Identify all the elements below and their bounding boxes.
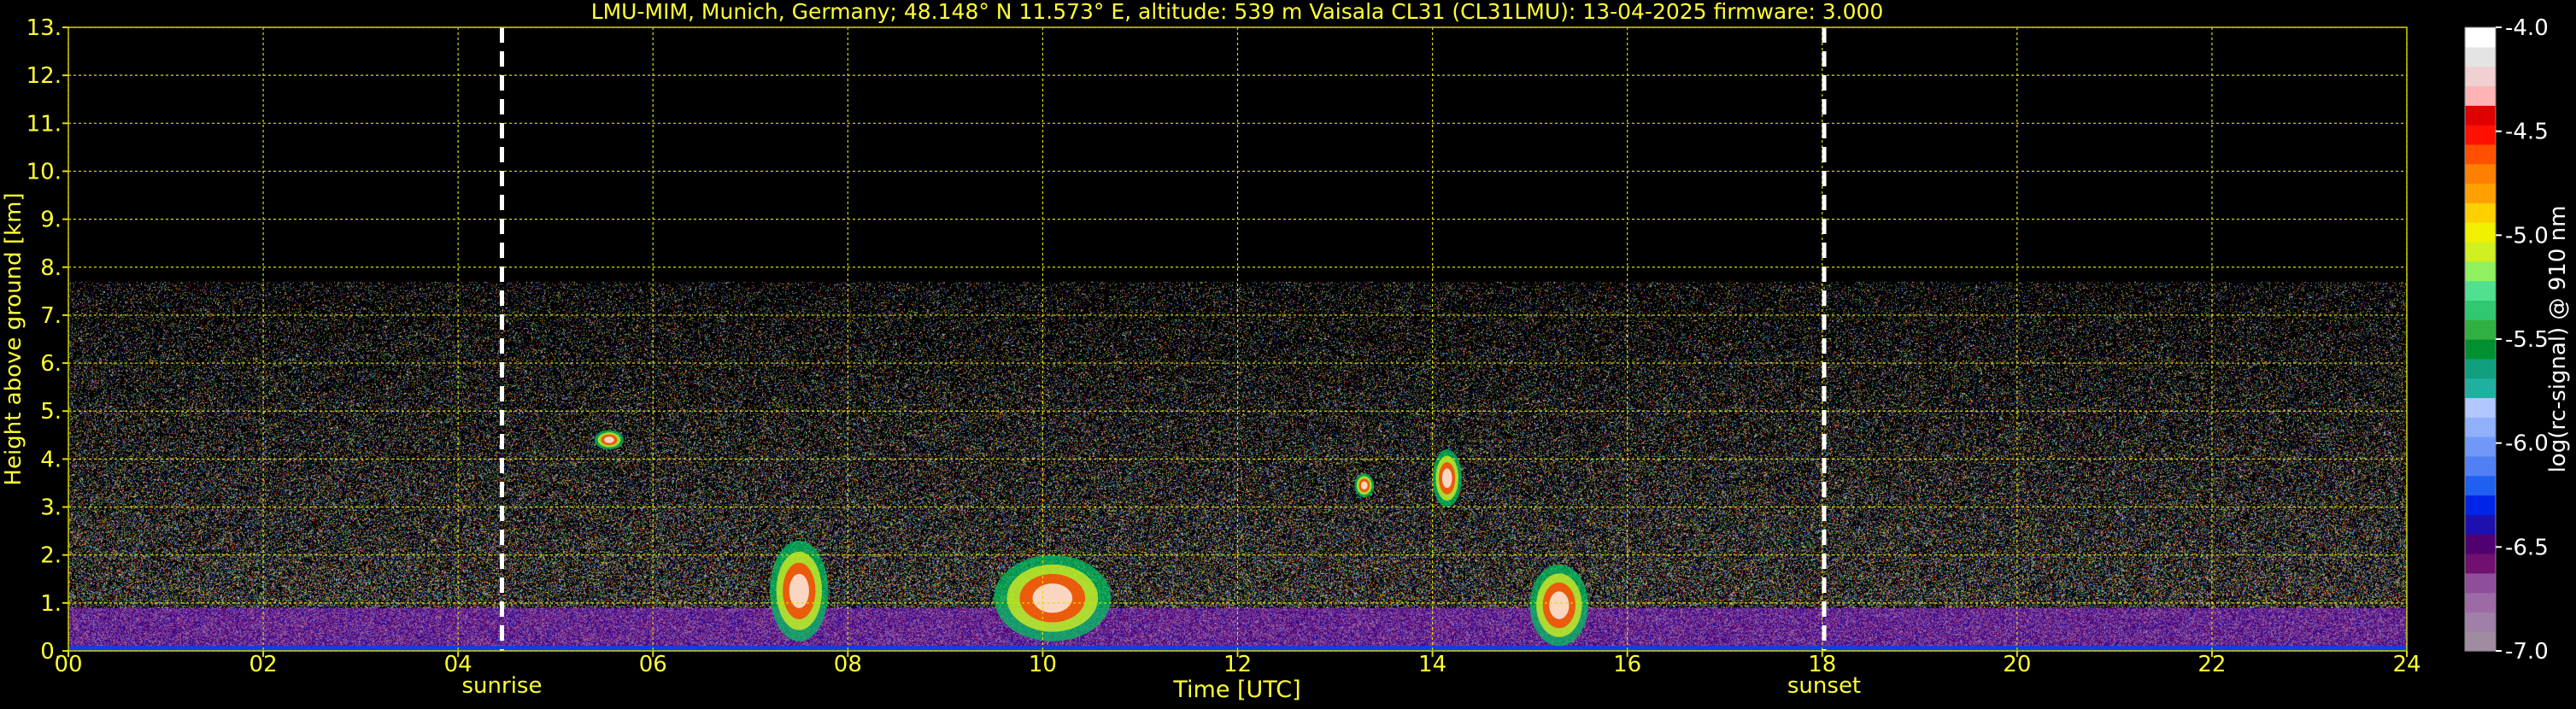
colorbar-segment — [2465, 241, 2496, 262]
y-tick-label: 5. — [40, 399, 62, 425]
feature-mark — [1360, 481, 1368, 490]
x-tick-label: 10 — [1029, 652, 1057, 677]
x-tick-label: 16 — [1613, 652, 1641, 677]
feature-mark — [1441, 468, 1452, 489]
colorbar-tick-label: -6.0 — [2505, 431, 2549, 457]
y-tick-label: 8. — [40, 255, 62, 281]
colorbar-segment — [2465, 612, 2496, 632]
colorbar-segment — [2465, 85, 2496, 106]
colorbar-segment — [2465, 358, 2496, 379]
y-tick-label: 10. — [26, 159, 62, 185]
y-tick-label: 1. — [40, 591, 62, 617]
x-tick-label: 22 — [2198, 652, 2226, 677]
colorbar-segment — [2465, 592, 2496, 612]
feature-mark — [1032, 583, 1073, 613]
x-tick-label: 18 — [1808, 652, 1836, 677]
y-tick-label: 0. — [40, 639, 62, 665]
colorbar-segment — [2465, 572, 2496, 594]
colorbar-tick-label: -4.0 — [2505, 15, 2549, 41]
colorbar-tick-label: -4.5 — [2505, 120, 2549, 145]
colorbar-tick-label: -5.5 — [2505, 327, 2549, 353]
feature-mark — [604, 437, 614, 443]
y-tick-label: 3. — [40, 495, 62, 521]
feature-mark — [1549, 591, 1570, 619]
ceilometer-chart: sunrise sunset 00 02 04 06 08 10 12 14 16 18 20 22 24… — [0, 0, 2576, 706]
x-tick-label: 12 — [1223, 652, 1252, 677]
x-tick-label: 08 — [834, 652, 862, 677]
colorbar-segment — [2465, 280, 2496, 301]
colorbar-segment — [2465, 514, 2496, 535]
y-tick-label: 4. — [40, 447, 62, 472]
x-tick-label: 24 — [2392, 652, 2421, 677]
colorbar-segment — [2465, 163, 2496, 185]
x-axis-label: Time [UTC] — [1172, 677, 1300, 703]
y-tick-label: 11. — [26, 111, 62, 137]
colorbar-segment — [2465, 46, 2496, 67]
colorbar-segment — [2465, 202, 2496, 223]
colorbar-segment — [2465, 455, 2496, 477]
y-tick-label: 13. — [26, 15, 62, 41]
colorbar-segment — [2465, 144, 2496, 165]
colorbar-segment — [2465, 631, 2496, 652]
chart-svg: sunrise sunset 00 02 04 06 08 10 12 14 16 18 20 22 24… — [0, 0, 2576, 706]
y-tick-label: 7. — [40, 303, 62, 329]
colorbar-label: log(rc-signal) @ 910 nm — [2545, 206, 2571, 473]
colorbar-segment — [2465, 319, 2496, 340]
colorbar-segment — [2465, 495, 2496, 515]
colorbar-segment — [2465, 105, 2496, 126]
x-tick-label: 02 — [249, 652, 278, 677]
y-axis-label: Height above ground [km] — [1, 192, 26, 485]
colorbar-segment — [2465, 183, 2496, 203]
colorbar-tick-label: -6.5 — [2505, 535, 2549, 560]
colorbar-segment — [2465, 534, 2496, 554]
event-label-sunrise: sunrise — [462, 673, 543, 699]
y-tick-label: 2. — [40, 543, 62, 569]
colorbar-segment — [2465, 417, 2496, 437]
x-tick-label: 06 — [639, 652, 667, 677]
colorbar-segment — [2465, 300, 2496, 320]
x-tick-label: 20 — [2003, 652, 2031, 677]
colorbar-segment — [2465, 27, 2496, 48]
x-tick-label: 14 — [1418, 652, 1446, 677]
colorbar-segment — [2465, 553, 2496, 574]
colorbar-segment — [2465, 475, 2496, 496]
colorbar-tick-label: -5.0 — [2505, 223, 2549, 249]
colorbar-segment — [2465, 222, 2496, 243]
colorbar-segment — [2465, 397, 2496, 418]
colorbar-tick-label: -7.0 — [2505, 639, 2549, 665]
colorbar-segment — [2465, 261, 2496, 282]
colorbar-segment — [2465, 125, 2496, 145]
y-tick-label: 6. — [40, 351, 62, 377]
colorbar-segment — [2465, 339, 2496, 360]
colorbar-segment — [2465, 66, 2496, 87]
y-tick-label: 9. — [40, 208, 62, 233]
y-tick-label: 12. — [26, 63, 62, 89]
colorbar-segment — [2465, 437, 2496, 457]
x-tick-label: 04 — [444, 652, 472, 677]
chart-title: LMU-MIM, Munich, Germany; 48.148° N 11.5… — [591, 0, 1884, 24]
colorbar-segment — [2465, 378, 2496, 399]
